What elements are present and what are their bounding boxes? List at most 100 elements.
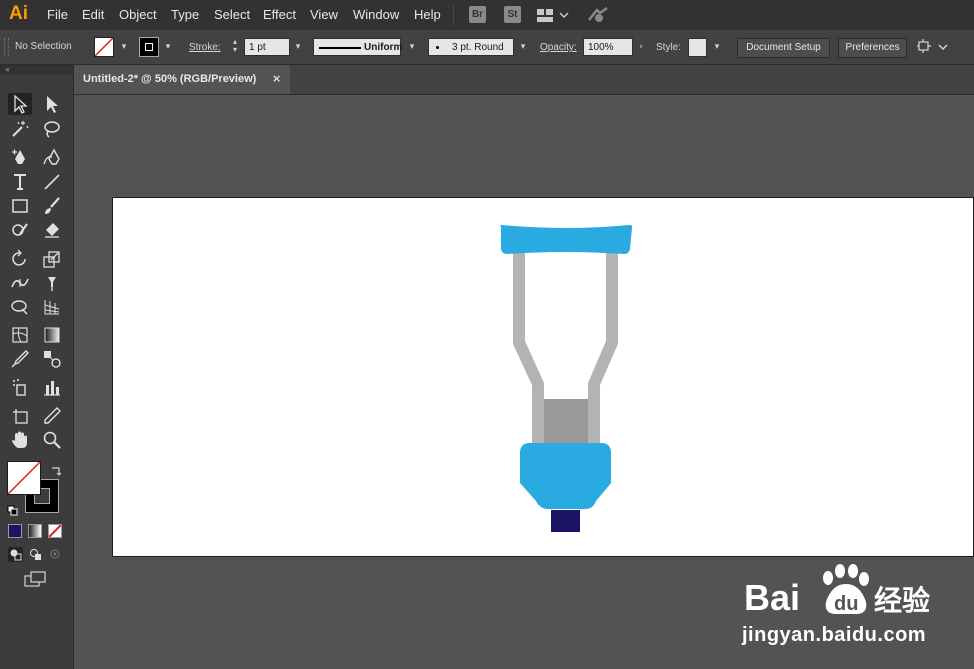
perspective-grid-tool-icon[interactable] xyxy=(40,296,64,318)
svg-text:Bai: Bai xyxy=(744,577,800,618)
graphic-style-swatch[interactable] xyxy=(688,38,707,57)
eraser-tool-icon[interactable] xyxy=(40,219,64,241)
document-tab[interactable]: Untitled-2* @ 50% (RGB/Preview) × xyxy=(74,65,290,94)
close-tab-icon[interactable]: × xyxy=(272,72,281,85)
stroke-weight-stepper-icon[interactable]: ▴ ▾ xyxy=(228,38,242,56)
stroke-dropdown-chevron-icon[interactable]: ▾ xyxy=(161,37,175,57)
baidu-watermark: Bai du 经验 jingyan.baidu.com xyxy=(742,560,974,660)
style-label: Style: xyxy=(656,42,682,53)
free-transform-tool-icon[interactable] xyxy=(8,296,32,318)
brush-select[interactable]: 3 pt. Round xyxy=(428,38,514,56)
svg-text:du: du xyxy=(834,593,858,615)
stroke-profile-select[interactable]: Uniform xyxy=(313,38,403,56)
zoom-tool-icon[interactable] xyxy=(40,429,64,451)
artboard-tool-icon[interactable] xyxy=(8,405,32,427)
menu-object[interactable]: Object xyxy=(119,7,157,22)
selection-status: No Selection xyxy=(15,41,72,52)
default-fill-stroke-icon[interactable] xyxy=(7,502,19,521)
fill-color-box[interactable] xyxy=(7,461,41,495)
paintbrush-tool-icon[interactable] xyxy=(40,195,64,217)
menu-separator xyxy=(453,5,454,25)
menu-effect[interactable]: Effect xyxy=(263,7,296,22)
tools-panel: « xyxy=(0,65,74,669)
arrange-documents-icon[interactable] xyxy=(916,38,950,60)
crutch-artwork[interactable] xyxy=(112,197,974,557)
crutch-shoulder-pad xyxy=(500,225,633,254)
width-tool-icon[interactable] xyxy=(8,272,32,294)
crutch-handle xyxy=(520,443,611,509)
crutch-tip xyxy=(551,510,580,532)
menu-select[interactable]: Select xyxy=(214,7,250,22)
gpu-performance-icon[interactable] xyxy=(587,6,609,28)
fill-dropdown-chevron-icon[interactable]: ▾ xyxy=(117,37,131,57)
curvature-tool-icon[interactable] xyxy=(40,146,64,168)
crutch-left-rail xyxy=(513,247,544,445)
draw-normal-icon[interactable] xyxy=(8,547,23,562)
menu-bar: Ai File Edit Object Type Select Effect V… xyxy=(0,0,974,30)
opacity-field[interactable]: 100% xyxy=(583,38,633,56)
menu-type[interactable]: Type xyxy=(171,7,199,22)
opacity-label[interactable]: Opacity: xyxy=(540,42,577,53)
gradient-mode-button[interactable] xyxy=(28,524,42,538)
control-bar: No Selection ▾ ▾ Stroke: ▴ ▾ 1 pt ▾ Unifo… xyxy=(0,30,974,65)
gradient-tool-icon[interactable] xyxy=(40,324,64,346)
uniform-line-icon xyxy=(319,47,361,49)
symbol-sprayer-tool-icon[interactable] xyxy=(8,376,32,398)
menu-view[interactable]: View xyxy=(310,7,338,22)
menu-help[interactable]: Help xyxy=(414,7,441,22)
menu-file[interactable]: File xyxy=(47,7,68,22)
change-screen-mode-icon[interactable] xyxy=(24,571,48,591)
stroke-label[interactable]: Stroke: xyxy=(189,42,221,53)
swap-fill-stroke-icon[interactable] xyxy=(50,462,62,481)
opacity-expand-icon[interactable]: › xyxy=(634,37,648,57)
brush-dot-icon xyxy=(436,46,439,49)
rotate-tool-icon[interactable] xyxy=(8,248,32,270)
hand-tool-icon[interactable] xyxy=(8,429,32,451)
draw-inside-icon[interactable] xyxy=(48,547,63,566)
line-segment-tool-icon[interactable] xyxy=(40,171,64,193)
stroke-swatch[interactable] xyxy=(139,37,159,57)
brush-label: 3 pt. Round xyxy=(452,42,504,53)
stroke-weight-field[interactable]: 1 pt xyxy=(244,38,290,56)
slice-tool-icon[interactable] xyxy=(40,405,64,427)
selection-tool-icon[interactable] xyxy=(8,93,32,115)
eyedropper-tool-icon[interactable] xyxy=(8,348,32,370)
rectangle-tool-icon[interactable] xyxy=(8,195,32,217)
type-tool-icon[interactable] xyxy=(8,171,32,193)
none-mode-button[interactable] xyxy=(48,524,62,538)
stock-button[interactable]: St xyxy=(504,6,521,23)
crutch-shaft xyxy=(544,399,588,445)
document-setup-button[interactable]: Document Setup xyxy=(737,38,830,58)
workspace-switcher-icon[interactable] xyxy=(537,8,569,27)
tools-panel-collapse-icon[interactable]: « xyxy=(0,65,73,75)
stroke-profile-chevron-icon[interactable]: ▾ xyxy=(405,37,419,57)
app-logo: Ai xyxy=(9,3,28,24)
color-mode-button[interactable] xyxy=(8,524,22,538)
menu-edit[interactable]: Edit xyxy=(82,7,104,22)
scale-tool-icon[interactable] xyxy=(40,248,64,270)
bridge-button[interactable]: Br xyxy=(469,6,486,23)
pen-tool-icon[interactable] xyxy=(8,146,32,168)
column-graph-tool-icon[interactable] xyxy=(40,376,64,398)
direct-selection-tool-icon[interactable] xyxy=(40,93,64,115)
shaper-tool-icon[interactable] xyxy=(8,219,32,241)
puppet-warp-tool-icon[interactable] xyxy=(40,272,64,294)
control-bar-grip[interactable] xyxy=(4,38,9,56)
draw-behind-icon[interactable] xyxy=(28,547,43,566)
watermark-url: jingyan.baidu.com xyxy=(742,624,927,646)
stroke-weight-chevron-icon[interactable]: ▾ xyxy=(291,37,305,57)
fill-swatch[interactable] xyxy=(94,37,114,57)
stroke-profile-label: Uniform xyxy=(364,42,403,53)
style-chevron-icon[interactable]: ▾ xyxy=(710,37,724,57)
brush-chevron-icon[interactable]: ▾ xyxy=(516,37,530,57)
artboard[interactable] xyxy=(112,197,974,557)
lasso-tool-icon[interactable] xyxy=(40,118,64,140)
mesh-tool-icon[interactable] xyxy=(8,324,32,346)
preferences-button[interactable]: Preferences xyxy=(838,38,907,58)
blend-tool-icon[interactable] xyxy=(40,348,64,370)
svg-text:经验: 经验 xyxy=(874,584,930,617)
magic-wand-tool-icon[interactable] xyxy=(8,118,32,140)
document-tab-bar: Untitled-2* @ 50% (RGB/Preview) × xyxy=(74,65,974,95)
document-tab-label: Untitled-2* @ 50% (RGB/Preview) xyxy=(83,73,257,85)
menu-window[interactable]: Window xyxy=(353,7,399,22)
